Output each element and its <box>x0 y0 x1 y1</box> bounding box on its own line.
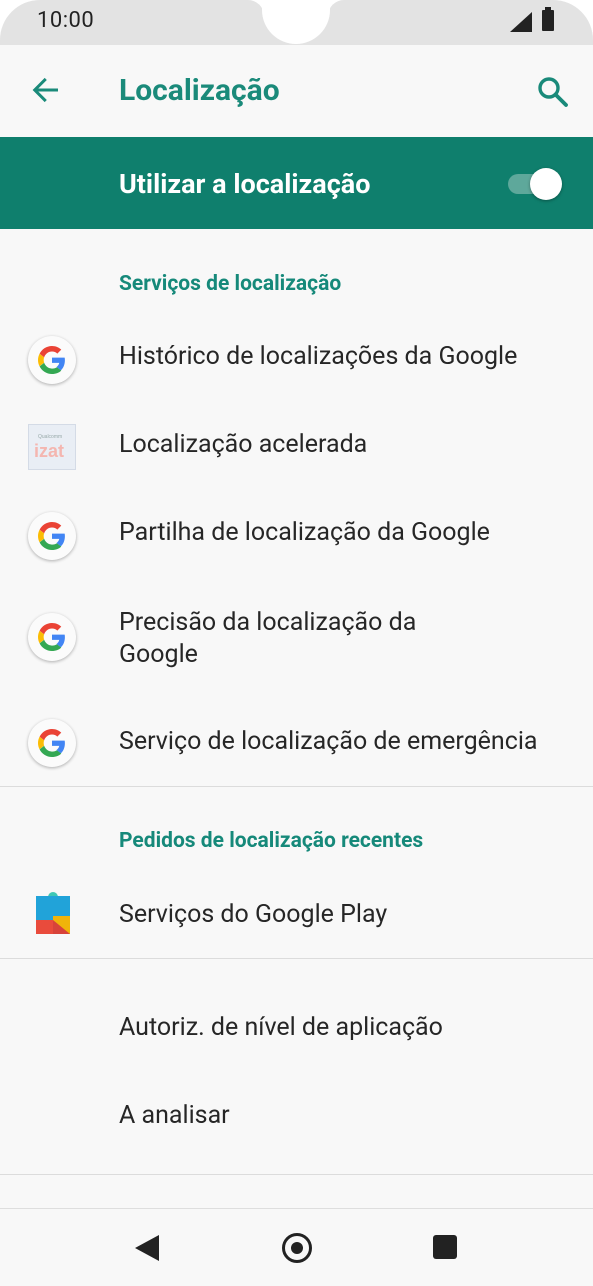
google-icon <box>28 512 76 560</box>
use-location-switch-row[interactable]: Utilizar a localização <box>0 137 593 229</box>
back-arrow-icon[interactable] <box>30 74 62 106</box>
status-bar: 10:00 <box>0 0 593 45</box>
list-item-google-play-services[interactable]: Serviços do Google Play <box>0 876 593 954</box>
google-icon <box>28 719 76 767</box>
list-item-label: Autoriz. de nível de aplicação <box>119 1013 443 1042</box>
use-location-toggle[interactable] <box>506 168 562 200</box>
page-title: Localização <box>119 73 280 108</box>
nav-home-icon[interactable] <box>282 1233 312 1263</box>
svg-text:Qualcomm: Qualcomm <box>38 434 62 440</box>
use-location-label: Utilizar a localização <box>119 168 371 200</box>
list-item-label: Serviços do Google Play <box>119 900 388 929</box>
list-item-label: Localização acelerada <box>119 430 368 459</box>
divider <box>0 958 593 959</box>
camera-notch <box>262 0 330 44</box>
toggle-thumb <box>530 168 562 200</box>
search-icon[interactable] <box>536 75 570 109</box>
nav-recents-icon[interactable] <box>433 1235 457 1259</box>
list-item-google-location-sharing[interactable]: Partilha de localização da Google <box>0 494 593 574</box>
izat-icon: Qualcomm izat <box>28 424 76 470</box>
list-item-emergency-location-service[interactable]: Serviço de localização de emergência <box>0 702 593 782</box>
list-item-google-location-history[interactable]: Histórico de localizações da Google <box>0 318 593 398</box>
list-item-accelerated-location[interactable]: Qualcomm izat Localização acelerada <box>0 406 593 486</box>
list-item-label: Serviço de localização de emergência <box>119 727 538 756</box>
signal-icon <box>510 12 532 32</box>
list-item-label: Partilha de localização da Google <box>119 518 490 547</box>
recent-requests-heading: Pedidos de localização recentes <box>119 829 424 853</box>
list-item-label: A analisar <box>119 1101 230 1130</box>
nav-back-icon[interactable] <box>135 1235 159 1261</box>
list-item-google-location-accuracy[interactable]: Precisão da localização da Google <box>0 598 593 684</box>
list-item-scanning[interactable]: A analisar <box>0 1078 593 1158</box>
list-item-app-level-permissions[interactable]: Autoriz. de nível de aplicação <box>0 990 593 1070</box>
screen: 10:00 Localização Utilizar a localização… <box>0 0 593 1286</box>
status-time: 10:00 <box>37 8 95 33</box>
navigation-bar <box>0 1208 593 1286</box>
google-icon <box>28 613 76 661</box>
google-play-services-icon <box>36 892 70 934</box>
list-item-label: Histórico de localizações da Google <box>119 342 518 371</box>
app-bar: Localização <box>0 45 593 137</box>
location-services-heading: Serviços de localização <box>119 272 342 296</box>
divider <box>0 786 593 787</box>
divider <box>0 1174 593 1175</box>
list-item-label: Precisão da localização da Google <box>119 608 417 669</box>
battery-icon <box>542 7 554 31</box>
google-icon <box>28 336 76 384</box>
izat-logo-text: izat <box>34 441 64 461</box>
